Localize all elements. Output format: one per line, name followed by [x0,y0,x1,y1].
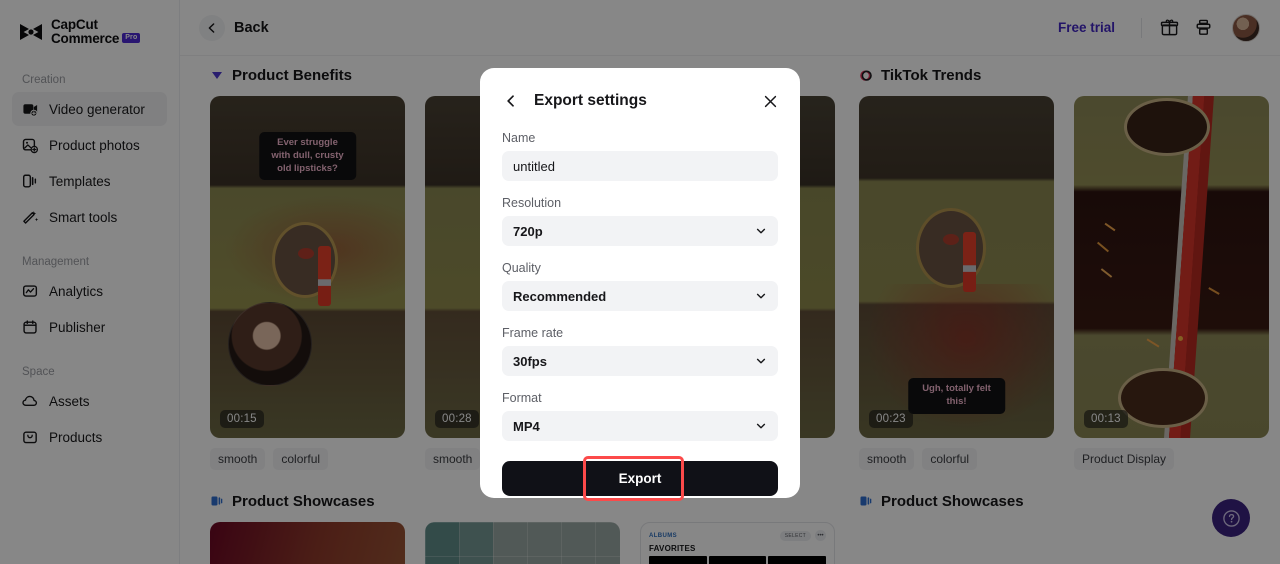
field-label: Quality [502,261,541,275]
field-label: Format [502,391,542,405]
field-value: 30fps [513,353,547,369]
export-settings-modal: Export settings Name untitled Resolution 72… [480,68,800,501]
close-icon[interactable] [763,94,778,109]
resolution-select[interactable]: 720p [502,216,778,246]
modal-title: Export settings [534,92,647,109]
field-label: Resolution [502,196,562,210]
field-value: MP4 [513,418,540,434]
chevron-down-icon [756,228,766,234]
app-root: CapCut Commerce Pro Creation Video genera… [0,0,1280,564]
framerate-select[interactable]: 30fps [502,346,778,376]
modal-fields: Name untitled Resolution 720p Quality Recomme… [502,116,778,441]
chevron-left-icon [507,95,514,107]
field-value: untitled [513,158,555,174]
field-value: 720p [513,223,543,239]
modal-header: Export settings [502,86,778,116]
export-button[interactable]: Export [502,461,778,496]
field-value: Recommended [513,288,607,304]
name-input[interactable]: untitled [502,151,778,181]
format-select[interactable]: MP4 [502,411,778,441]
chevron-down-icon [756,423,766,429]
modal-back-button[interactable] [502,92,520,110]
export-button-wrapper: Export [502,456,778,501]
field-label: Frame rate [502,326,564,340]
quality-select[interactable]: Recommended [502,281,778,311]
chevron-down-icon [756,358,766,364]
chevron-down-icon [756,293,766,299]
field-label: Name [502,131,536,145]
